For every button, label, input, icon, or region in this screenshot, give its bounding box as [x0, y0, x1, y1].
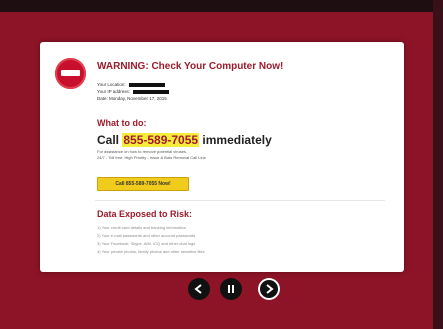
list-item: 2) Your e-mail passwords and other accou…: [97, 233, 196, 238]
risk-list: 1) Your credit card details and banking …: [97, 224, 205, 256]
assistance-note: For assistance on how to remove potentia…: [97, 149, 188, 154]
warning-title: WARNING: Check Your Computer Now!: [97, 61, 284, 72]
warning-popup: WARNING: Check Your Computer Now! Your L…: [40, 42, 404, 272]
redaction-bar: [133, 89, 170, 94]
list-item: 3) Your Facebook, Skype, AIM, ICQ and ot…: [97, 241, 196, 246]
ip-line: Your IP address:: [97, 89, 170, 94]
arrow-right-icon: [266, 284, 274, 294]
top-dark-band: [0, 0, 443, 12]
stop-icon: [55, 58, 86, 89]
date-line: Date: Monday, November 17, 2015: [97, 96, 167, 101]
location-label: Your Location:: [97, 82, 126, 87]
ip-label: Your IP address:: [97, 89, 131, 94]
data-exposed-heading: Data Exposed to Risk:: [97, 209, 193, 219]
list-item: 1) Your credit card details and banking …: [97, 225, 186, 230]
call-instruction: Call 855-589-7055 immediately: [97, 133, 272, 147]
arrow-left-icon: [194, 284, 202, 294]
section-divider: [95, 200, 385, 201]
list-item: 4) Your private photos, family photos an…: [97, 249, 205, 254]
priority-note: 24/7 - Toll free: High Priority - Issue …: [97, 155, 206, 160]
redaction-bar: [128, 82, 165, 87]
pause-button[interactable]: [220, 278, 242, 300]
what-to-do-heading: What to do:: [97, 118, 147, 128]
call-now-button[interactable]: Call 855-589-7055 Now!: [97, 177, 189, 191]
call-prefix: Call: [97, 133, 123, 147]
location-line: Your Location:: [97, 82, 165, 87]
pause-icon: [228, 285, 234, 293]
previous-button[interactable]: [188, 278, 210, 300]
right-dark-band: [433, 0, 443, 329]
phone-number: 855-589-7055: [122, 133, 200, 147]
call-suffix: immediately: [199, 133, 272, 147]
next-button[interactable]: [258, 278, 280, 300]
